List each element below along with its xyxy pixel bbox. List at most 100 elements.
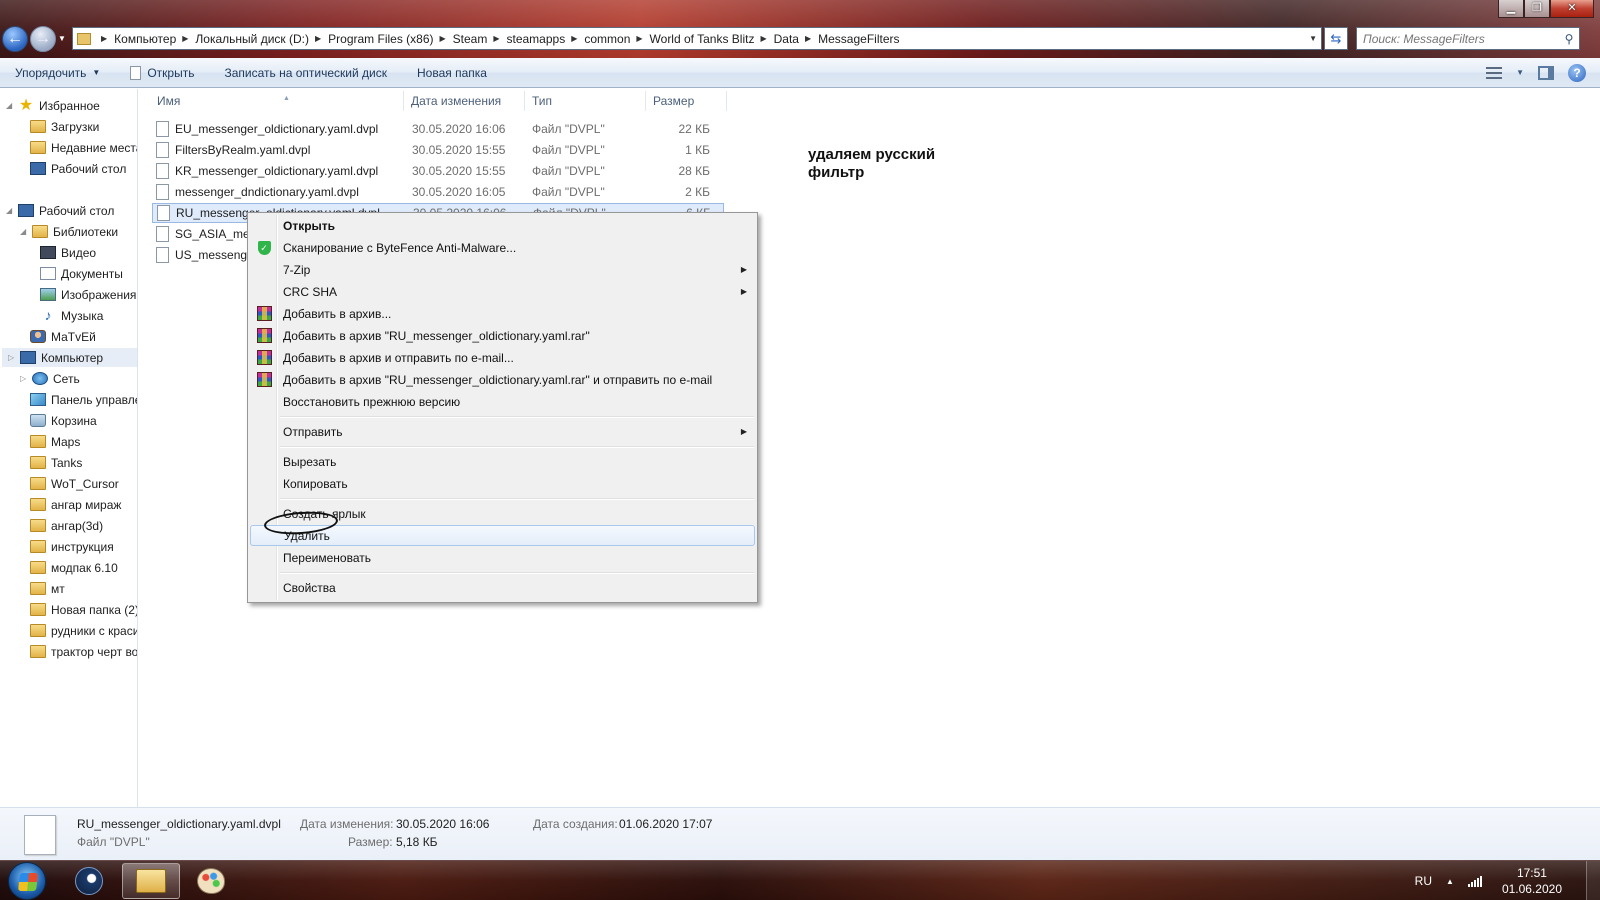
expand-arrow-icon[interactable]: ◢	[6, 206, 16, 215]
details-created-value: 01.06.2020 17:07	[619, 817, 713, 831]
close-button[interactable]: ✕	[1550, 0, 1594, 18]
taskbar-paint[interactable]	[182, 863, 240, 899]
menu-item-send-to[interactable]: Отправить ▶	[250, 421, 755, 442]
column-header-type[interactable]: Тип	[526, 91, 646, 111]
menu-separator	[280, 498, 754, 500]
sidebar-item-pictures[interactable]: Изображения	[40, 285, 137, 304]
start-button[interactable]	[8, 862, 46, 900]
sidebar-item-favorites[interactable]: ◢ ★ Избранное	[6, 96, 137, 115]
menu-item-add-to-archive[interactable]: Добавить в архив...	[250, 303, 755, 324]
sidebar-item-network[interactable]: ▷ Сеть	[20, 369, 137, 388]
minimize-button[interactable]: ▁	[1498, 0, 1524, 18]
sidebar-item-downloads[interactable]: Загрузки	[30, 117, 137, 136]
sidebar-item-documents[interactable]: Документы	[40, 264, 137, 283]
sidebar-item-control-panel[interactable]: Панель управления	[30, 390, 137, 409]
menu-item-add-to-rar[interactable]: Добавить в архив "RU_messenger_oldiction…	[250, 325, 755, 346]
help-icon[interactable]: ?	[1568, 63, 1586, 82]
sidebar-item-new-folder-2[interactable]: Новая папка (2)	[30, 600, 137, 619]
column-header-date[interactable]: Дата изменения	[405, 91, 525, 111]
file-row[interactable]: EU_messenger_oldictionary.yaml.dvpl 30.05…	[152, 119, 724, 139]
sidebar-item-music[interactable]: ♪ Музыка	[40, 306, 137, 325]
show-hidden-icons-icon[interactable]: ▲	[1446, 877, 1454, 886]
file-row[interactable]: FiltersByRealm.yaml.dvpl 30.05.2020 15:55…	[152, 140, 724, 160]
refresh-button[interactable]: ⇆	[1324, 27, 1348, 50]
pictures-icon	[40, 288, 56, 301]
breadcrumb-item[interactable]: World of Tanks Blitz ▶	[650, 32, 774, 46]
expand-arrow-icon[interactable]: ▷	[8, 353, 18, 362]
sidebar-item-hangar-mirage[interactable]: ангар мираж	[30, 495, 137, 514]
recent-places-icon	[30, 141, 46, 154]
breadcrumb-item[interactable]: Steam ▶	[453, 32, 507, 46]
sidebar-item-video[interactable]: Видео	[40, 243, 137, 262]
taskbar-steam[interactable]	[60, 863, 118, 899]
menu-item-archive-email[interactable]: Добавить в архив и отправить по e-mail..…	[250, 347, 755, 368]
sidebar-item-tractor[interactable]: трактор черт во	[30, 642, 137, 661]
sidebar-item-user[interactable]: МаТvЕй	[30, 327, 137, 346]
sidebar-item-recent-places[interactable]: Недавние места	[30, 138, 137, 157]
menu-item-rename[interactable]: Переименовать	[250, 547, 755, 568]
menu-item-copy[interactable]: Копировать	[250, 473, 755, 494]
sidebar-item-hangar-3d[interactable]: ангар(3d)	[30, 516, 137, 535]
maximize-button[interactable]: ❐	[1524, 0, 1550, 18]
expand-arrow-icon[interactable]: ▷	[20, 374, 30, 383]
search-input[interactable]	[1357, 31, 1559, 46]
sidebar-item-computer[interactable]: ▷ Компьютер	[2, 348, 137, 367]
forward-button[interactable]: →	[30, 26, 56, 52]
language-indicator[interactable]: RU	[1415, 874, 1432, 888]
menu-item-bytefence-scan[interactable]: ✓ Сканирование с ByteFence Anti-Malware..…	[250, 237, 755, 258]
breadcrumb-item[interactable]: Локальный диск (D:) ▶	[195, 32, 328, 46]
menu-item-rar-email[interactable]: Добавить в архив "RU_messenger_oldiction…	[250, 369, 755, 390]
menu-item-delete[interactable]: Удалить	[250, 525, 755, 546]
breadcrumb-root-arrow[interactable]: ▶	[95, 34, 114, 43]
burn-button[interactable]: Записать на оптический диск	[209, 58, 402, 87]
menu-item-open[interactable]: Открыть	[250, 215, 755, 236]
breadcrumb-item[interactable]: common ▶	[584, 32, 649, 46]
new-folder-button[interactable]: Новая папка	[402, 58, 502, 87]
column-header-name[interactable]: Имя ▲	[151, 91, 404, 111]
breadcrumb-item[interactable]: steamapps ▶	[507, 32, 585, 46]
address-bar[interactable]: ▶ Компьютер ▶ Локальный диск (D:) ▶ Progra…	[72, 27, 1322, 50]
back-button[interactable]: ←	[2, 26, 28, 52]
file-row[interactable]: messenger_dndictionary.yaml.dvpl 30.05.20…	[152, 182, 724, 202]
organize-button[interactable]: Упорядочить ▼	[0, 58, 115, 87]
menu-item-cut[interactable]: Вырезать	[250, 451, 755, 472]
menu-item-properties[interactable]: Свойства	[250, 577, 755, 598]
annotation-text: удаляем русский фильтр	[808, 146, 936, 181]
sidebar-item-wot-cursor[interactable]: WoT_Cursor	[30, 474, 137, 493]
file-row[interactable]: KR_messenger_oldictionary.yaml.dvpl 30.05…	[152, 161, 724, 181]
preview-pane-icon[interactable]	[1538, 65, 1554, 80]
sidebar-item-modpack[interactable]: модпак 6.10	[30, 558, 137, 577]
sidebar-item-mt[interactable]: мт	[30, 579, 137, 598]
sidebar-item-maps[interactable]: Maps	[30, 432, 137, 451]
menu-item-restore-previous[interactable]: Восстановить прежнюю версию	[250, 391, 755, 412]
view-dropdown-icon[interactable]: ▼	[1516, 68, 1524, 77]
menu-item-create-shortcut[interactable]: Создать ярлык	[250, 503, 755, 524]
network-icon	[32, 372, 48, 385]
search-icon[interactable]: ⚲	[1559, 32, 1579, 46]
sidebar-item-desktop[interactable]: ◢ Рабочий стол	[6, 201, 137, 220]
sidebar-item-instructions[interactable]: инструкция	[30, 537, 137, 556]
sidebar-item-libraries[interactable]: ◢ Библиотеки	[20, 222, 137, 241]
recent-pages-dropdown-icon[interactable]: ▼	[58, 34, 66, 43]
breadcrumb-item[interactable]: MessageFilters	[818, 32, 899, 46]
change-view-icon[interactable]	[1486, 66, 1503, 79]
taskbar-explorer[interactable]	[122, 863, 180, 899]
breadcrumb-item[interactable]: Компьютер ▶	[114, 32, 195, 46]
breadcrumb-item[interactable]: Program Files (x86) ▶	[328, 32, 453, 46]
menu-item-7zip[interactable]: 7-Zip ▶	[250, 259, 755, 280]
column-header-size[interactable]: Размер	[647, 91, 727, 111]
menu-item-crc-sha[interactable]: CRC SHA ▶	[250, 281, 755, 302]
clock[interactable]: 17:51 01.06.2020	[1502, 865, 1562, 897]
breadcrumb-item[interactable]: Data ▶	[774, 32, 819, 46]
expand-arrow-icon[interactable]: ◢	[20, 227, 30, 236]
sidebar-item-tanks[interactable]: Tanks	[30, 453, 137, 472]
sidebar-item-mines[interactable]: рудники с красивым	[30, 621, 137, 640]
network-signal-icon[interactable]	[1467, 875, 1482, 887]
show-desktop-button[interactable]	[1586, 861, 1600, 900]
sidebar-item-recycle-bin[interactable]: Корзина	[30, 411, 137, 430]
open-button[interactable]: Открыть	[115, 58, 209, 87]
address-dropdown-icon[interactable]: ▼	[1309, 34, 1317, 43]
search-box[interactable]: ⚲	[1356, 27, 1580, 50]
expand-arrow-icon[interactable]: ◢	[6, 101, 16, 110]
sidebar-item-desktop-fav[interactable]: Рабочий стол	[30, 159, 137, 178]
